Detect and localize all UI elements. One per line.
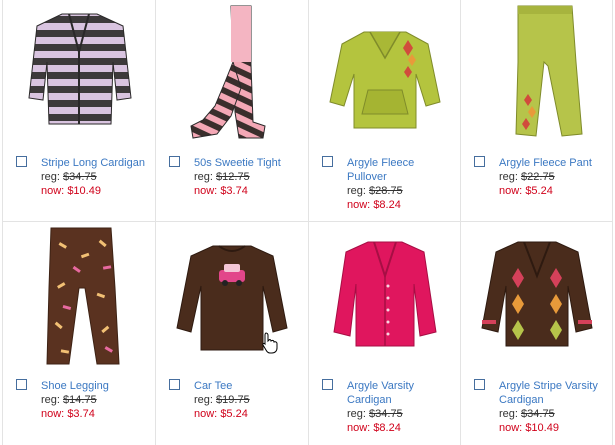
- sale-price: now: $10.49: [499, 422, 559, 434]
- compare-checkbox[interactable]: [322, 379, 333, 390]
- product-card: Argyle Fleece Pullover reg: $28.75 now: …: [308, 0, 460, 222]
- product-name-link[interactable]: Argyle Fleece Pant: [499, 156, 609, 170]
- sale-price: now: $5.24: [499, 185, 553, 197]
- compare-checkbox[interactable]: [474, 379, 485, 390]
- product-info: Car Tee reg: $19.75 now: $5.24: [194, 379, 304, 421]
- regular-price: reg: $14.75: [41, 394, 97, 406]
- sale-price: now: $8.24: [347, 199, 401, 211]
- product-card: Car Tee reg: $19.75 now: $5.24: [155, 222, 307, 444]
- product-info: Argyle Stripe Varsity Cardigan reg: $34.…: [499, 379, 607, 435]
- sale-price: now: $10.49: [41, 185, 101, 197]
- product-card: Stripe Long Cardigan reg: $34.75 now: $1…: [3, 0, 155, 222]
- compare-checkbox[interactable]: [16, 379, 27, 390]
- product-grid: Stripe Long Cardigan reg: $34.75 now: $1…: [2, 0, 613, 445]
- product-name-link[interactable]: Shoe Legging: [41, 379, 151, 393]
- fleece-pant-icon[interactable]: [474, 2, 600, 146]
- product-info: Shoe Legging reg: $14.75 now: $3.74: [41, 379, 151, 421]
- product-info: Argyle Fleece Pullover reg: $28.75 now: …: [347, 156, 457, 212]
- product-info: 50s Sweetie Tight reg: $12.75 now: $3.74: [194, 156, 304, 198]
- regular-price: reg: $28.75: [347, 185, 403, 197]
- product-info: Argyle Fleece Pant reg: $22.75 now: $5.2…: [499, 156, 609, 198]
- regular-price: reg: $19.75: [194, 394, 250, 406]
- sale-price: now: $8.24: [347, 422, 401, 434]
- product-name-link[interactable]: Stripe Long Cardigan: [41, 156, 151, 170]
- striped-cardigan-icon[interactable]: [17, 2, 143, 146]
- product-name-link[interactable]: Argyle Fleece Pullover: [347, 156, 457, 184]
- product-info: Stripe Long Cardigan reg: $34.75 now: $1…: [41, 156, 151, 198]
- regular-price: reg: $34.75: [347, 408, 403, 420]
- product-name-link[interactable]: Car Tee: [194, 379, 304, 393]
- sale-price: now: $5.24: [194, 408, 248, 420]
- legging-icon[interactable]: [17, 224, 143, 368]
- product-name-link[interactable]: Argyle Stripe Varsity Cardigan: [499, 379, 607, 407]
- pink-cardigan-icon[interactable]: [322, 224, 448, 368]
- product-card: 50s Sweetie Tight reg: $12.75 now: $3.74: [155, 0, 307, 222]
- compare-checkbox[interactable]: [169, 156, 180, 167]
- compare-checkbox[interactable]: [474, 156, 485, 167]
- regular-price: reg: $34.75: [41, 171, 97, 183]
- product-name-link[interactable]: 50s Sweetie Tight: [194, 156, 304, 170]
- product-info: Argyle Varsity Cardigan reg: $34.75 now:…: [347, 379, 457, 435]
- regular-price: reg: $12.75: [194, 171, 250, 183]
- sale-price: now: $3.74: [41, 408, 95, 420]
- regular-price: reg: $34.75: [499, 408, 555, 420]
- compare-checkbox[interactable]: [322, 156, 333, 167]
- product-card: Argyle Stripe Varsity Cardigan reg: $34.…: [460, 222, 612, 444]
- striped-tights-icon[interactable]: [169, 2, 295, 146]
- argyle-cardigan-icon[interactable]: [474, 224, 600, 368]
- compare-checkbox[interactable]: [169, 379, 180, 390]
- product-card: Shoe Legging reg: $14.75 now: $3.74: [3, 222, 155, 444]
- sale-price: now: $3.74: [194, 185, 248, 197]
- hand-cursor-icon: [262, 332, 278, 354]
- product-card: Argyle Fleece Pant reg: $22.75 now: $5.2…: [460, 0, 612, 222]
- compare-checkbox[interactable]: [16, 156, 27, 167]
- product-card: Argyle Varsity Cardigan reg: $34.75 now:…: [308, 222, 460, 444]
- fleece-pullover-icon[interactable]: [322, 2, 448, 146]
- product-name-link[interactable]: Argyle Varsity Cardigan: [347, 379, 457, 407]
- regular-price: reg: $22.75: [499, 171, 555, 183]
